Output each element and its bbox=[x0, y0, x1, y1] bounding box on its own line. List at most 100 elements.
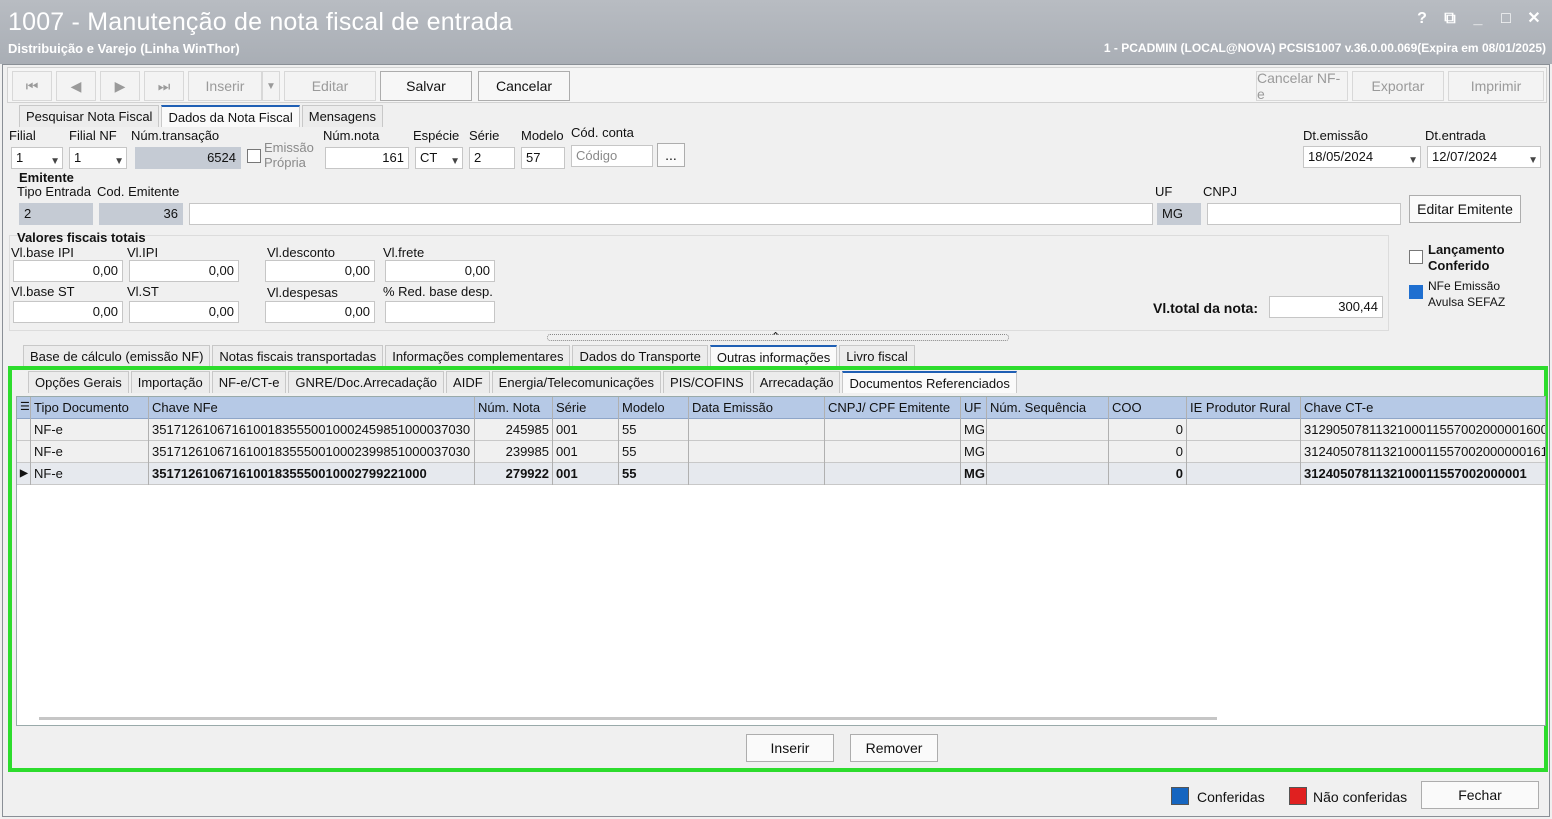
col-chave-cte[interactable]: Chave CT-e bbox=[1301, 397, 1545, 419]
cancel-nfe-button[interactable]: Cancelar NF-e bbox=[1256, 70, 1348, 102]
restore-icon[interactable]: ⧉ bbox=[1438, 8, 1462, 30]
cell-tipo: NF-e bbox=[31, 463, 149, 485]
tab-energia[interactable]: Energia/Telecomunicações bbox=[491, 371, 662, 393]
tab-aidf[interactable]: AIDF bbox=[446, 371, 490, 393]
export-button[interactable]: Exportar bbox=[1352, 71, 1444, 101]
modelo-label: Modelo bbox=[521, 128, 564, 143]
cell-cnpj bbox=[825, 441, 961, 463]
grid-menu-icon[interactable]: ☰ bbox=[17, 397, 31, 419]
col-coo[interactable]: COO bbox=[1109, 397, 1187, 419]
maximize-icon[interactable]: □ bbox=[1494, 8, 1518, 30]
col-num-nota[interactable]: Núm. Nota bbox=[475, 397, 553, 419]
last-record-button[interactable]: ⏭ bbox=[144, 71, 184, 101]
conferidas-legend-label: Conferidas bbox=[1197, 789, 1265, 805]
vl-base-st-field[interactable]: 0,00 bbox=[13, 301, 123, 323]
tab-outras-informacoes[interactable]: Outras informações bbox=[709, 345, 838, 367]
uf-field[interactable]: MG bbox=[1157, 203, 1201, 225]
vl-base-st-label: Vl.base ST bbox=[11, 284, 75, 299]
tab-pesquisar[interactable]: Pesquisar Nota Fiscal bbox=[19, 105, 160, 127]
minimize-icon[interactable]: _ bbox=[1466, 8, 1490, 30]
cnpj-field[interactable] bbox=[1207, 203, 1401, 225]
close-icon[interactable]: ✕ bbox=[1522, 8, 1546, 30]
table-row[interactable]: NF-e 35171261067161001835550010002459851… bbox=[17, 419, 1545, 441]
col-tipo-documento[interactable]: Tipo Documento bbox=[31, 397, 149, 419]
vl-despesas-field[interactable]: 0,00 bbox=[265, 301, 375, 323]
vl-base-ipi-field[interactable]: 0,00 bbox=[13, 260, 123, 282]
tab-documentos-referenciados[interactable]: Documentos Referenciados bbox=[842, 371, 1017, 393]
dt-emissao-label: Dt.emissão bbox=[1303, 128, 1369, 143]
tab-livro-fiscal[interactable]: Livro fiscal bbox=[839, 345, 915, 367]
grid-insert-button[interactable]: Inserir bbox=[746, 734, 834, 762]
tipo-entrada-field[interactable]: 2 bbox=[19, 203, 93, 225]
lancamento-conferido-checkbox[interactable] bbox=[1409, 250, 1423, 264]
cell-chave-cte: 3124050781132100011557002000001 bbox=[1301, 463, 1545, 485]
vl-frete-field[interactable]: 0,00 bbox=[385, 260, 495, 282]
prev-record-button[interactable]: ◀ bbox=[56, 71, 96, 101]
tab-mensagens[interactable]: Mensagens bbox=[301, 105, 383, 127]
vl-desconto-field[interactable]: 0,00 bbox=[265, 260, 375, 282]
especie-value: CT bbox=[420, 150, 438, 165]
tab-notas-transportadas[interactable]: Notas fiscais transportadas bbox=[212, 345, 384, 367]
collapse-up-icon[interactable]: ⌃ bbox=[771, 330, 780, 343]
dt-emissao-field[interactable]: 18/05/2024 ▼ bbox=[1303, 146, 1421, 168]
table-row[interactable]: ▶ NF-e 351712610671610018355500100027992… bbox=[17, 463, 1545, 485]
col-ie-produtor[interactable]: IE Produtor Rural bbox=[1187, 397, 1301, 419]
cod-conta-lookup-button[interactable]: ... bbox=[657, 143, 685, 167]
insert-dropdown-icon[interactable]: ▼ bbox=[262, 71, 280, 101]
edit-emitente-button[interactable]: Editar Emitente bbox=[1409, 195, 1521, 223]
tab-pis-cofins[interactable]: PIS/COFINS bbox=[663, 371, 751, 393]
cell-chave-cte: 31290507811321000115570020000016000 bbox=[1301, 419, 1545, 441]
print-button[interactable]: Imprimir bbox=[1448, 71, 1544, 101]
col-num-sequencia[interactable]: Núm. Sequência bbox=[987, 397, 1109, 419]
serie-field[interactable]: 2 bbox=[469, 147, 515, 169]
tab-nfe-cte[interactable]: NF-e/CT-e bbox=[211, 371, 287, 393]
num-nota-field[interactable]: 161 bbox=[325, 147, 409, 169]
num-transacao-field[interactable]: 6524 bbox=[135, 147, 241, 169]
cell-num-nota: 245985 bbox=[475, 419, 553, 441]
nfe-avulsa-checkbox[interactable] bbox=[1409, 285, 1423, 299]
col-data-emissao[interactable]: Data Emissão bbox=[689, 397, 825, 419]
red-base-field[interactable] bbox=[385, 301, 495, 323]
tab-info-complementares[interactable]: Informações complementares bbox=[385, 345, 571, 367]
col-modelo[interactable]: Modelo bbox=[619, 397, 689, 419]
horizontal-scrollbar[interactable] bbox=[39, 717, 1217, 720]
filial-nf-select[interactable]: 1 ▼ bbox=[69, 147, 127, 169]
tab-dados-transporte[interactable]: Dados do Transporte bbox=[572, 345, 708, 367]
help-icon[interactable]: ? bbox=[1410, 8, 1434, 30]
emissao-propria-checkbox[interactable] bbox=[247, 149, 261, 163]
tab-importacao[interactable]: Importação bbox=[130, 371, 210, 393]
vl-base-ipi-label: Vl.base IPI bbox=[11, 245, 74, 260]
col-serie[interactable]: Série bbox=[553, 397, 619, 419]
filial-select[interactable]: 1 ▼ bbox=[11, 147, 63, 169]
table-row[interactable]: NF-e 35171261067161001835550010002399851… bbox=[17, 441, 1545, 463]
grid-remove-button[interactable]: Remover bbox=[850, 734, 938, 762]
first-record-button[interactable]: ⏮ bbox=[12, 71, 52, 101]
vl-st-field[interactable]: 0,00 bbox=[129, 301, 239, 323]
emitente-name-field[interactable] bbox=[189, 203, 1153, 225]
tab-base-calculo[interactable]: Base de cálculo (emissão NF) bbox=[23, 345, 211, 367]
dt-entrada-field[interactable]: 12/07/2024 ▼ bbox=[1427, 146, 1541, 168]
vl-ipi-field[interactable]: 0,00 bbox=[129, 260, 239, 282]
tab-gnre[interactable]: GNRE/Doc.Arrecadação bbox=[288, 371, 445, 393]
filial-nf-value: 1 bbox=[74, 150, 82, 165]
totals-section-label: Valores fiscais totais bbox=[17, 230, 146, 245]
cod-emitente-field[interactable]: 36 bbox=[99, 203, 183, 225]
cancel-button[interactable]: Cancelar bbox=[478, 71, 570, 101]
insert-button[interactable]: Inserir bbox=[188, 71, 262, 101]
save-button[interactable]: Salvar bbox=[380, 71, 472, 101]
col-cnpj-emitente[interactable]: CNPJ/ CPF Emitente bbox=[825, 397, 961, 419]
col-uf[interactable]: UF bbox=[961, 397, 987, 419]
edit-button[interactable]: Editar bbox=[284, 71, 376, 101]
tab-dados-nota[interactable]: Dados da Nota Fiscal bbox=[161, 105, 300, 127]
vl-total-field[interactable]: 300,44 bbox=[1269, 296, 1383, 318]
vl-st-label: Vl.ST bbox=[127, 284, 159, 299]
emitente-section-label: Emitente bbox=[19, 170, 74, 185]
next-record-button[interactable]: ▶ bbox=[100, 71, 140, 101]
modelo-field[interactable]: 57 bbox=[521, 147, 565, 169]
tab-opcoes-gerais[interactable]: Opções Gerais bbox=[28, 371, 129, 393]
close-button[interactable]: Fechar bbox=[1421, 781, 1539, 809]
tab-arrecadacao[interactable]: Arrecadação bbox=[752, 371, 841, 393]
col-chave-nfe[interactable]: Chave NFe bbox=[149, 397, 475, 419]
cod-conta-field[interactable]: Código bbox=[571, 145, 653, 167]
especie-select[interactable]: CT ▼ bbox=[415, 147, 463, 169]
